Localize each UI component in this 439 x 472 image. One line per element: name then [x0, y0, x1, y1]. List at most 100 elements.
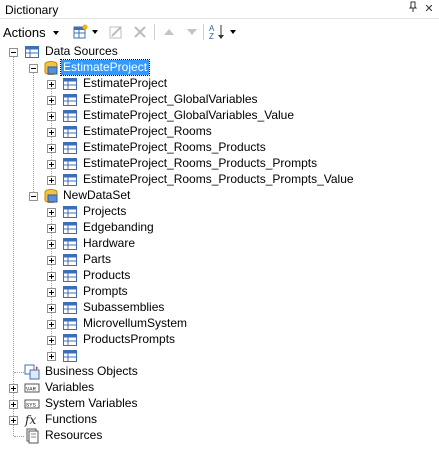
tree-node-table[interactable]: Prompts	[0, 284, 439, 300]
close-icon[interactable]: ✕	[421, 1, 437, 17]
delete-button[interactable]	[131, 23, 149, 41]
tree-node-table[interactable]: EstimateProject_Rooms	[0, 124, 439, 140]
tree-node-table[interactable]: Hardware	[0, 236, 439, 252]
tree-label-estimate-project: EstimateProject	[59, 59, 151, 76]
expand-icon[interactable]	[47, 320, 56, 329]
table-icon	[63, 318, 77, 330]
tree-label-functions: Functions	[45, 412, 98, 426]
tree-label-table: Prompts	[83, 284, 128, 298]
expand-icon[interactable]	[47, 352, 56, 361]
table-icon	[63, 158, 77, 170]
expand-icon[interactable]	[47, 80, 56, 89]
tree-node-table[interactable]	[0, 348, 439, 364]
tree-node-table[interactable]: ProductsPrompts	[0, 332, 439, 348]
chevron-down-icon	[52, 31, 59, 35]
data-sources-icon	[25, 46, 39, 58]
expand-icon[interactable]	[47, 224, 56, 233]
table-icon	[63, 238, 77, 250]
move-up-button[interactable]	[160, 23, 178, 41]
table-icon	[63, 270, 77, 282]
expand-icon[interactable]	[47, 176, 56, 185]
collapse-icon[interactable]	[29, 192, 38, 201]
expand-icon[interactable]	[47, 272, 56, 281]
expand-icon[interactable]	[47, 112, 56, 121]
edit-icon	[109, 26, 122, 39]
expand-icon[interactable]	[47, 208, 56, 217]
tree-node-new-dataset[interactable]: NewDataSet	[0, 188, 300, 204]
table-icon	[63, 110, 77, 122]
tree-node-business-objects[interactable]: Business Objects	[0, 364, 300, 380]
collapse-icon[interactable]	[29, 64, 38, 73]
table-icon	[63, 350, 77, 362]
edit-button[interactable]	[107, 23, 125, 41]
system-variables-icon: SYS	[24, 399, 40, 409]
toolbar: Actions A Z	[0, 21, 439, 43]
tree-node-variables[interactable]: VAR Variables	[0, 380, 300, 396]
tree-node-estimate-project[interactable]: EstimateProject	[0, 59, 300, 76]
expand-icon[interactable]	[47, 160, 56, 169]
table-icon	[63, 286, 77, 298]
panel-title: Dictionary	[5, 3, 59, 17]
tree-label-table: Parts	[83, 252, 112, 266]
toolbar-separator	[154, 24, 155, 40]
tree-label-table: EstimateProject_GlobalVariables_Value	[83, 108, 295, 122]
variables-icon: VAR	[24, 383, 40, 393]
tree-node-data-sources[interactable]: Data Sources	[0, 44, 300, 60]
new-item-button[interactable]	[72, 23, 90, 41]
tree-label-table: MicrovellumSystem	[83, 316, 188, 330]
table-icon	[63, 142, 77, 154]
expand-icon[interactable]	[47, 96, 56, 105]
collapse-icon[interactable]	[9, 48, 18, 57]
tree-label-table: EstimateProject_Rooms_Products_Prompts	[83, 156, 318, 170]
table-icon	[63, 206, 77, 218]
svg-text:VAR: VAR	[26, 386, 37, 393]
tree-label-table: EstimateProject_Rooms_Products_Prompts_V…	[83, 172, 354, 186]
expand-icon[interactable]	[47, 240, 56, 249]
actions-menu-button[interactable]: Actions	[3, 23, 59, 41]
tree-label-data-sources: Data Sources	[45, 44, 118, 58]
tree-label-resources: Resources	[45, 428, 103, 442]
tree-label-new-dataset: NewDataSet	[63, 188, 131, 202]
tree-node-table[interactable]: Parts	[0, 252, 439, 268]
sort-button[interactable]: A Z	[208, 23, 226, 41]
tree-label-variables: Variables	[45, 380, 95, 394]
table-icon	[63, 174, 77, 186]
new-item-dropdown[interactable]	[90, 23, 100, 41]
tree-node-table[interactable]: EstimateProject_Rooms_Products	[0, 140, 439, 156]
tree-node-table[interactable]: Subassemblies	[0, 300, 439, 316]
tree-node-table[interactable]: EstimateProject_Rooms_Products_Prompts_V…	[0, 172, 439, 188]
tree-node-table[interactable]: Products	[0, 268, 439, 284]
tree-node-table[interactable]: Edgebanding	[0, 220, 439, 236]
sort-dropdown[interactable]	[228, 23, 238, 41]
tree-label-table: ProductsPrompts	[83, 332, 176, 346]
tree-node-table[interactable]: EstimateProject_GlobalVariables_Value	[0, 108, 439, 124]
tree-label-table: EstimateProject_Rooms	[83, 124, 212, 138]
tree-node-table[interactable]: EstimateProject_GlobalVariables	[0, 92, 439, 108]
expand-icon[interactable]	[9, 416, 18, 425]
tree-node-table[interactable]: MicrovellumSystem	[0, 316, 439, 332]
expand-icon[interactable]	[47, 336, 56, 345]
expand-icon[interactable]	[9, 384, 18, 393]
panel-title-bar: Dictionary ✕	[0, 0, 439, 19]
pin-icon[interactable]	[405, 1, 421, 17]
expand-icon[interactable]	[47, 304, 56, 313]
expand-icon[interactable]	[47, 128, 56, 137]
tree-node-table[interactable]: EstimateProject	[0, 76, 439, 92]
business-objects-icon	[24, 364, 40, 380]
tree-node-functions[interactable]: fx Functions	[0, 412, 300, 428]
expand-icon[interactable]	[47, 256, 56, 265]
tree-node-system-variables[interactable]: SYS System Variables	[0, 396, 300, 412]
dictionary-tree[interactable]: Data Sources EstimateProject EstimatePro…	[0, 44, 439, 472]
tree-node-table[interactable]: Projects	[0, 204, 439, 220]
chevron-down-icon	[92, 30, 98, 34]
expand-icon[interactable]	[9, 400, 18, 409]
tree-node-resources[interactable]: Resources	[0, 428, 300, 444]
expand-icon[interactable]	[47, 288, 56, 297]
svg-text:fx: fx	[24, 413, 36, 427]
expand-icon[interactable]	[47, 144, 56, 153]
data-connection-icon	[44, 61, 58, 76]
svg-text:Z: Z	[209, 32, 214, 41]
table-icon	[63, 126, 77, 138]
move-down-button[interactable]	[183, 23, 201, 41]
tree-node-table[interactable]: EstimateProject_Rooms_Products_Prompts	[0, 156, 439, 172]
